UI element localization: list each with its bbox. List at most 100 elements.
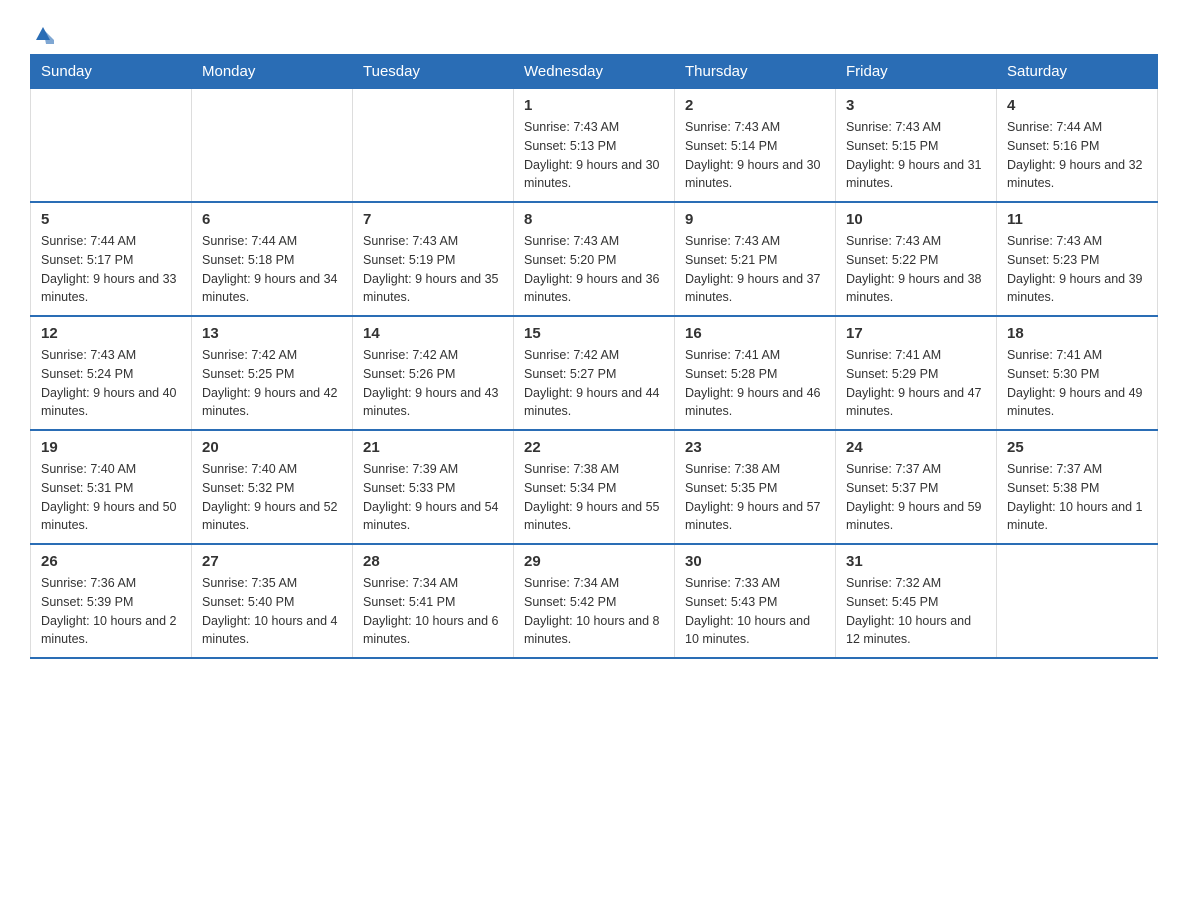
day-number: 20: [202, 439, 342, 456]
calendar-cell: 2 Sunrise: 7:43 AM Sunset: 5:14 PM Daylig…: [675, 89, 836, 203]
day-sun-info: Sunrise: 7:40 AM Sunset: 5:32 PM Dayligh…: [202, 460, 342, 535]
day-sun-info: Sunrise: 7:37 AM Sunset: 5:38 PM Dayligh…: [1007, 460, 1147, 535]
calendar-cell: 16 Sunrise: 7:41 AM Sunset: 5:28 PM Dayli…: [675, 316, 836, 430]
day-sun-info: Sunrise: 7:34 AM Sunset: 5:41 PM Dayligh…: [363, 574, 503, 649]
weekday-header-friday: Friday: [836, 55, 997, 89]
calendar-cell: 8 Sunrise: 7:43 AM Sunset: 5:20 PM Daylig…: [514, 202, 675, 316]
day-number: 3: [846, 97, 986, 114]
day-sun-info: Sunrise: 7:41 AM Sunset: 5:29 PM Dayligh…: [846, 346, 986, 421]
calendar-cell: 25 Sunrise: 7:37 AM Sunset: 5:38 PM Dayli…: [997, 430, 1158, 544]
calendar-cell: 21 Sunrise: 7:39 AM Sunset: 5:33 PM Dayli…: [353, 430, 514, 544]
calendar-cell: 9 Sunrise: 7:43 AM Sunset: 5:21 PM Daylig…: [675, 202, 836, 316]
page-header: [30, 20, 1158, 44]
day-number: 24: [846, 439, 986, 456]
logo-triangle-icon: [32, 22, 54, 44]
calendar-cell: 7 Sunrise: 7:43 AM Sunset: 5:19 PM Daylig…: [353, 202, 514, 316]
day-number: 26: [41, 553, 181, 570]
calendar-cell: 19 Sunrise: 7:40 AM Sunset: 5:31 PM Dayli…: [31, 430, 192, 544]
day-sun-info: Sunrise: 7:40 AM Sunset: 5:31 PM Dayligh…: [41, 460, 181, 535]
day-sun-info: Sunrise: 7:39 AM Sunset: 5:33 PM Dayligh…: [363, 460, 503, 535]
day-sun-info: Sunrise: 7:38 AM Sunset: 5:34 PM Dayligh…: [524, 460, 664, 535]
day-sun-info: Sunrise: 7:43 AM Sunset: 5:14 PM Dayligh…: [685, 118, 825, 193]
weekday-header-monday: Monday: [192, 55, 353, 89]
calendar-cell: 20 Sunrise: 7:40 AM Sunset: 5:32 PM Dayli…: [192, 430, 353, 544]
calendar-cell: 5Sunrise: 7:44 AM Sunset: 5:17 PM Daylig…: [31, 202, 192, 316]
day-sun-info: Sunrise: 7:37 AM Sunset: 5:37 PM Dayligh…: [846, 460, 986, 535]
day-number: 19: [41, 439, 181, 456]
day-number: 14: [363, 325, 503, 342]
calendar-cell: 3 Sunrise: 7:43 AM Sunset: 5:15 PM Daylig…: [836, 89, 997, 203]
day-sun-info: Sunrise: 7:43 AM Sunset: 5:23 PM Dayligh…: [1007, 232, 1147, 307]
weekday-header-tuesday: Tuesday: [353, 55, 514, 89]
calendar-cell: 28 Sunrise: 7:34 AM Sunset: 5:41 PM Dayli…: [353, 544, 514, 658]
calendar-cell: 11 Sunrise: 7:43 AM Sunset: 5:23 PM Dayli…: [997, 202, 1158, 316]
calendar-cell: [353, 89, 514, 203]
calendar-header: SundayMondayTuesdayWednesdayThursdayFrid…: [31, 55, 1158, 89]
day-number: 18: [1007, 325, 1147, 342]
calendar-week-row: 1 Sunrise: 7:43 AM Sunset: 5:13 PM Daylig…: [31, 89, 1158, 203]
calendar-cell: 6Sunrise: 7:44 AM Sunset: 5:18 PM Daylig…: [192, 202, 353, 316]
day-sun-info: Sunrise: 7:32 AM Sunset: 5:45 PM Dayligh…: [846, 574, 986, 649]
day-number: 17: [846, 325, 986, 342]
calendar-week-row: 12Sunrise: 7:43 AM Sunset: 5:24 PM Dayli…: [31, 316, 1158, 430]
day-number: 8: [524, 211, 664, 228]
calendar-cell: 15 Sunrise: 7:42 AM Sunset: 5:27 PM Dayli…: [514, 316, 675, 430]
day-number: 28: [363, 553, 503, 570]
weekday-header-wednesday: Wednesday: [514, 55, 675, 89]
logo: [30, 20, 54, 44]
day-number: 23: [685, 439, 825, 456]
weekday-header-row: SundayMondayTuesdayWednesdayThursdayFrid…: [31, 55, 1158, 89]
day-number: 11: [1007, 211, 1147, 228]
day-number: 21: [363, 439, 503, 456]
day-sun-info: Sunrise: 7:35 AM Sunset: 5:40 PM Dayligh…: [202, 574, 342, 649]
day-sun-info: Sunrise: 7:41 AM Sunset: 5:28 PM Dayligh…: [685, 346, 825, 421]
day-sun-info: Sunrise: 7:33 AM Sunset: 5:43 PM Dayligh…: [685, 574, 825, 649]
day-number: 22: [524, 439, 664, 456]
calendar-table: SundayMondayTuesdayWednesdayThursdayFrid…: [30, 54, 1158, 659]
calendar-cell: 24 Sunrise: 7:37 AM Sunset: 5:37 PM Dayli…: [836, 430, 997, 544]
day-sun-info: Sunrise: 7:42 AM Sunset: 5:25 PM Dayligh…: [202, 346, 342, 421]
calendar-week-row: 19 Sunrise: 7:40 AM Sunset: 5:31 PM Dayli…: [31, 430, 1158, 544]
day-number: 6: [202, 211, 342, 228]
calendar-cell: 14 Sunrise: 7:42 AM Sunset: 5:26 PM Dayli…: [353, 316, 514, 430]
day-sun-info: Sunrise: 7:43 AM Sunset: 5:20 PM Dayligh…: [524, 232, 664, 307]
calendar-cell: 12Sunrise: 7:43 AM Sunset: 5:24 PM Dayli…: [31, 316, 192, 430]
day-sun-info: Sunrise: 7:34 AM Sunset: 5:42 PM Dayligh…: [524, 574, 664, 649]
day-sun-info: Sunrise: 7:38 AM Sunset: 5:35 PM Dayligh…: [685, 460, 825, 535]
day-sun-info: Sunrise: 7:42 AM Sunset: 5:26 PM Dayligh…: [363, 346, 503, 421]
day-sun-info: Sunrise: 7:36 AM Sunset: 5:39 PM Dayligh…: [41, 574, 181, 649]
calendar-week-row: 26 Sunrise: 7:36 AM Sunset: 5:39 PM Dayli…: [31, 544, 1158, 658]
day-number: 4: [1007, 97, 1147, 114]
calendar-cell: [192, 89, 353, 203]
calendar-cell: 26 Sunrise: 7:36 AM Sunset: 5:39 PM Dayli…: [31, 544, 192, 658]
day-number: 16: [685, 325, 825, 342]
day-sun-info: Sunrise: 7:43 AM Sunset: 5:15 PM Dayligh…: [846, 118, 986, 193]
calendar-cell: [997, 544, 1158, 658]
day-sun-info: Sunrise: 7:41 AM Sunset: 5:30 PM Dayligh…: [1007, 346, 1147, 421]
day-number: 10: [846, 211, 986, 228]
calendar-cell: 18 Sunrise: 7:41 AM Sunset: 5:30 PM Dayli…: [997, 316, 1158, 430]
calendar-cell: 4Sunrise: 7:44 AM Sunset: 5:16 PM Daylig…: [997, 89, 1158, 203]
calendar-cell: 22 Sunrise: 7:38 AM Sunset: 5:34 PM Dayli…: [514, 430, 675, 544]
day-sun-info: Sunrise: 7:43 AM Sunset: 5:19 PM Dayligh…: [363, 232, 503, 307]
day-sun-info: Sunrise: 7:44 AM Sunset: 5:17 PM Dayligh…: [41, 232, 181, 307]
day-number: 9: [685, 211, 825, 228]
day-sun-info: Sunrise: 7:43 AM Sunset: 5:13 PM Dayligh…: [524, 118, 664, 193]
calendar-cell: 23 Sunrise: 7:38 AM Sunset: 5:35 PM Dayli…: [675, 430, 836, 544]
day-number: 1: [524, 97, 664, 114]
day-number: 29: [524, 553, 664, 570]
calendar-cell: 31Sunrise: 7:32 AM Sunset: 5:45 PM Dayli…: [836, 544, 997, 658]
day-number: 12: [41, 325, 181, 342]
calendar-cell: 13Sunrise: 7:42 AM Sunset: 5:25 PM Dayli…: [192, 316, 353, 430]
day-sun-info: Sunrise: 7:42 AM Sunset: 5:27 PM Dayligh…: [524, 346, 664, 421]
day-number: 7: [363, 211, 503, 228]
day-sun-info: Sunrise: 7:43 AM Sunset: 5:22 PM Dayligh…: [846, 232, 986, 307]
day-number: 30: [685, 553, 825, 570]
day-number: 15: [524, 325, 664, 342]
day-sun-info: Sunrise: 7:43 AM Sunset: 5:21 PM Dayligh…: [685, 232, 825, 307]
day-number: 25: [1007, 439, 1147, 456]
calendar-cell: 30 Sunrise: 7:33 AM Sunset: 5:43 PM Dayli…: [675, 544, 836, 658]
calendar-cell: [31, 89, 192, 203]
calendar-cell: 17 Sunrise: 7:41 AM Sunset: 5:29 PM Dayli…: [836, 316, 997, 430]
day-number: 2: [685, 97, 825, 114]
